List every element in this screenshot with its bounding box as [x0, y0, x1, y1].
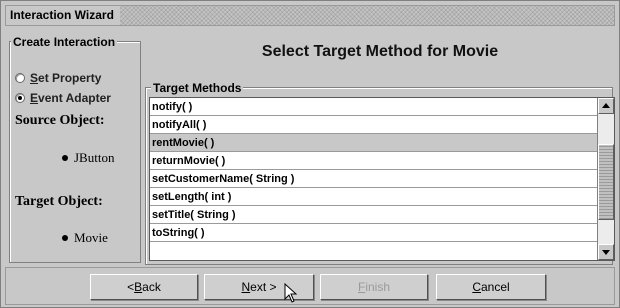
method-list-item[interactable]: notify( ): [150, 98, 599, 116]
scroll-down-button[interactable]: [598, 244, 614, 260]
button-bar: < Back Next > Finish Cancel: [5, 267, 615, 305]
page-title: Select Target Method for Movie: [261, 43, 499, 60]
radio-button-icon: [15, 73, 25, 83]
create-interaction-legend: Create Interaction: [11, 35, 118, 49]
target-methods-legend: Target Methods: [151, 81, 244, 95]
method-list-item[interactable]: toString( ): [150, 224, 599, 242]
methods-list-items: notify( ) notifyAll( ) rentMovie( ) returnM…: [150, 98, 599, 260]
target-object-item: Movie: [62, 230, 108, 246]
radio-button-icon: [15, 93, 25, 103]
back-button[interactable]: < Back: [90, 274, 198, 300]
target-object-value: Movie: [74, 230, 108, 245]
vertical-scrollbar[interactable]: [597, 98, 614, 260]
scroll-track[interactable]: [598, 114, 614, 244]
method-list-item[interactable]: rentMovie( ): [150, 134, 599, 152]
set-property-radio[interactable]: Set Property: [15, 69, 101, 87]
interaction-wizard-window: Interaction Wizard Create Interaction Se…: [0, 0, 620, 308]
method-list-item[interactable]: returnMovie( ): [150, 152, 599, 170]
mouse-pointer-icon: [284, 283, 298, 303]
target-object-label: Target Object:: [15, 194, 103, 209]
method-list-item[interactable]: setCustomerName( String ): [150, 170, 599, 188]
finish-button[interactable]: Finish: [320, 274, 428, 300]
cancel-button[interactable]: Cancel: [436, 274, 546, 300]
scroll-thumb[interactable]: [598, 144, 614, 220]
arrow-up-icon: [602, 103, 610, 108]
set-property-label: Set Property: [30, 71, 102, 85]
source-object-item: JButton: [62, 150, 114, 166]
method-list-item[interactable]: setLength( int ): [150, 188, 599, 206]
bullet-icon: [62, 235, 68, 241]
source-object-label: Source Object:: [15, 113, 105, 128]
source-object-value: JButton: [74, 150, 115, 165]
method-list-item[interactable]: setTitle( String ): [150, 206, 599, 224]
method-list-item[interactable]: notifyAll( ): [150, 116, 599, 134]
event-adapter-radio[interactable]: Event Adapter: [15, 89, 111, 107]
scroll-up-button[interactable]: [598, 98, 614, 114]
bullet-icon: [62, 155, 68, 161]
window-title: Interaction Wizard: [6, 6, 120, 25]
event-adapter-label: Event Adapter: [30, 91, 111, 105]
title-bar[interactable]: Interaction Wizard: [5, 5, 615, 26]
arrow-down-icon: [602, 250, 610, 255]
target-methods-list[interactable]: notify( ) notifyAll( ) rentMovie( ) returnM…: [149, 97, 615, 261]
